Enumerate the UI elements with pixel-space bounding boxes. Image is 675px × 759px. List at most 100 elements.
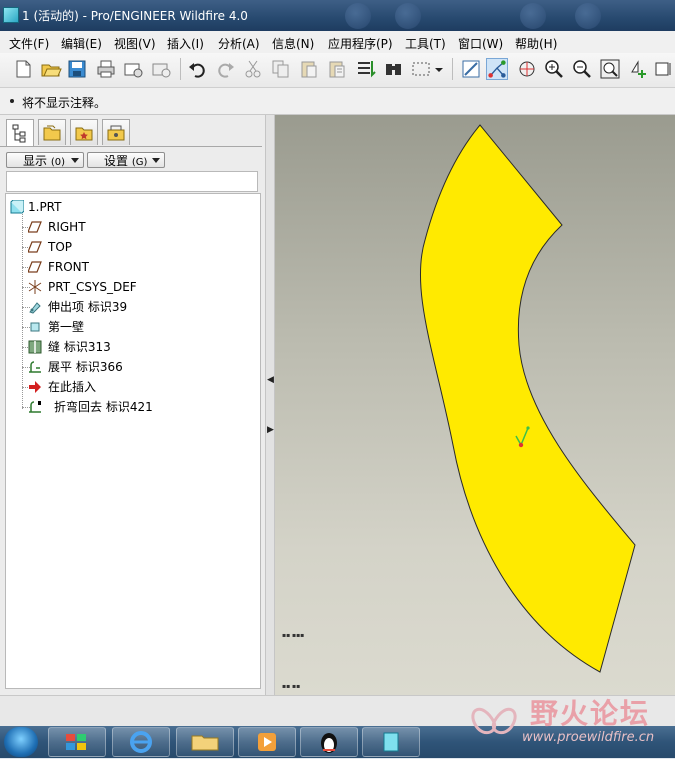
message-area: 将不显示注释。: [0, 88, 675, 115]
paste-special-icon[interactable]: [326, 58, 348, 80]
tree-item-label: TOP: [48, 240, 73, 254]
folder-browser-icon: [43, 125, 61, 141]
insert-here-icon: [29, 381, 41, 393]
graphics-note: ▪▪ ▪▪▪: [282, 632, 305, 639]
toolbar: [0, 53, 675, 88]
select-box-icon[interactable]: [410, 58, 432, 80]
settings-label: 设置: [104, 154, 129, 168]
model-tree-icon: [12, 124, 26, 143]
menu-edit[interactable]: 编辑(E): [61, 35, 102, 52]
undo-icon[interactable]: [187, 58, 209, 80]
tree-item-label: 第一壁: [48, 320, 85, 334]
collapse-left-icon[interactable]: ◀: [267, 375, 274, 385]
show-dropdown[interactable]: 显示 (0): [6, 152, 84, 168]
navigator-panel: 显示 (0) 设置 (G) 1.PRT RIGHT TOP FRONT PRT_…: [0, 115, 265, 695]
folder-browser-tab[interactable]: [38, 119, 66, 145]
open-icon[interactable]: [40, 58, 62, 80]
sheetmetal-part[interactable]: [275, 115, 675, 695]
taskbar-qq-button[interactable]: [300, 727, 358, 757]
find-icon[interactable]: [383, 58, 405, 80]
tree-item-label: 展平 标识366: [48, 360, 123, 374]
save-icon[interactable]: [66, 58, 88, 80]
menu-analysis[interactable]: 分析(A): [218, 35, 260, 52]
menu-info[interactable]: 信息(N): [272, 35, 314, 52]
zoom-out-icon[interactable]: [571, 58, 593, 80]
menu-tools[interactable]: 工具(T): [405, 35, 446, 52]
view-manager-icon[interactable]: [653, 58, 675, 80]
spin-center-icon[interactable]: [516, 58, 538, 80]
first-wall-icon: [30, 322, 40, 332]
show-label: 显示: [23, 154, 48, 168]
menu-applications[interactable]: 应用程序(P): [328, 35, 393, 52]
new-icon[interactable]: [12, 58, 34, 80]
favorites-icon: [75, 127, 93, 141]
menu-file[interactable]: 文件(F): [9, 35, 49, 52]
proe-icon: [383, 732, 399, 752]
paste-icon[interactable]: [298, 58, 320, 80]
datum-plane-icon: [28, 261, 42, 273]
settings-dropdown[interactable]: 设置 (G): [87, 152, 165, 168]
expand-right-icon[interactable]: ▶: [267, 425, 274, 435]
tree-item-label: 缝 标识313: [48, 340, 111, 354]
watermark-text: 野火论坛: [530, 697, 651, 730]
select-dropdown-icon[interactable]: [432, 58, 446, 80]
tree-item-label: RIGHT: [48, 220, 86, 234]
tree-filter-input[interactable]: [6, 171, 258, 192]
copy-icon[interactable]: [270, 58, 292, 80]
unbend-icon: [29, 361, 41, 373]
bullet-icon: [10, 99, 14, 103]
start-button[interactable]: [4, 727, 38, 757]
menu-view[interactable]: 视图(V): [114, 35, 156, 52]
repaint-icon[interactable]: [460, 58, 482, 80]
taskbar-media-button[interactable]: [238, 727, 296, 757]
menu-insert[interactable]: 插入(I): [167, 35, 204, 52]
desktop-penguin-icon: [575, 3, 601, 29]
watermark-url: www.proewildfire.cn: [522, 730, 655, 745]
favorites-tab[interactable]: [70, 119, 98, 145]
graphics-window[interactable]: ▪▪ ▪▪▪ ▪▪ ▪▪: [275, 115, 675, 695]
orient-icon: [488, 60, 506, 78]
cut-icon[interactable]: [242, 58, 264, 80]
show-shortcut: (0): [50, 157, 66, 168]
send-alt-icon[interactable]: [150, 58, 172, 80]
panel-splitter[interactable]: ◀ ▶: [265, 115, 275, 695]
tree-item-label: PRT_CSYS_DEF: [48, 280, 137, 294]
taskbar-folder-button[interactable]: [176, 727, 234, 757]
model-tree: 1.PRT RIGHT TOP FRONT PRT_CSYS_DEF 伸出项 标…: [5, 193, 261, 689]
graphics-note: ▪▪ ▪▪: [282, 683, 301, 690]
taskbar-proe-button[interactable]: [362, 727, 420, 757]
chevron-down-icon: [71, 158, 79, 163]
chevron-down-icon: [152, 158, 160, 163]
print-icon[interactable]: [95, 58, 117, 80]
windows-flag-icon: [66, 734, 86, 750]
taskbar-explorer-button[interactable]: [48, 727, 106, 757]
zoom-in-icon[interactable]: [543, 58, 565, 80]
tree-item-label: 伸出项 标识39: [48, 300, 128, 314]
tree-item-label: 1.PRT: [28, 200, 62, 214]
orient-button[interactable]: [486, 58, 508, 80]
model-tree-tab[interactable]: [6, 119, 34, 147]
connections-tab[interactable]: [102, 119, 130, 145]
send-icon[interactable]: [122, 58, 144, 80]
window-title: 1 (活动的) - Pro/ENGINEER Wildfire 4.0: [22, 9, 248, 23]
menu-help[interactable]: 帮助(H): [515, 35, 557, 52]
desktop-penguin-icon: [345, 3, 371, 29]
ie-icon: [130, 731, 152, 753]
csys-icon: [28, 280, 42, 294]
app-icon: [3, 7, 19, 23]
protrusion-icon: [29, 302, 41, 314]
named-view-icon[interactable]: [627, 58, 649, 80]
datum-plane-icon: [28, 241, 42, 253]
refit-icon[interactable]: [599, 58, 621, 80]
regenerate-icon[interactable]: [355, 58, 377, 80]
redo-icon[interactable]: [214, 58, 236, 80]
desktop-penguin-icon: [395, 3, 421, 29]
tree-item-label: FRONT: [48, 260, 89, 274]
qq-penguin-icon: [321, 733, 337, 753]
folder-icon: [191, 735, 219, 751]
tree-item-label: 在此插入: [48, 380, 97, 394]
taskbar-ie-button[interactable]: [112, 727, 170, 757]
rip-icon: [28, 340, 42, 354]
title-bar: 1 (活动的) - Pro/ENGINEER Wildfire 4.0: [0, 0, 675, 31]
menu-window[interactable]: 窗口(W): [458, 35, 503, 52]
